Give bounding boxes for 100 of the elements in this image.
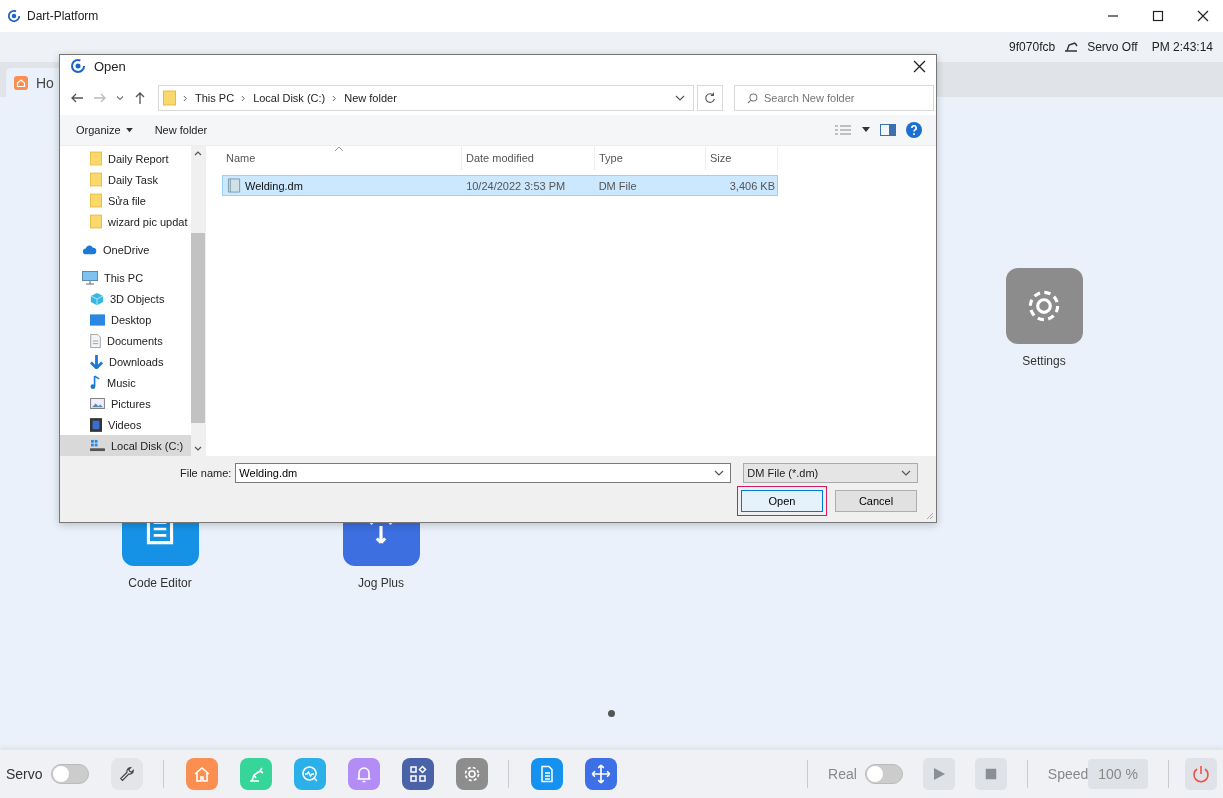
apps-icon[interactable] xyxy=(401,758,434,790)
nav-item[interactable]: 3D Objects xyxy=(60,288,191,309)
search-icon xyxy=(747,92,758,104)
table-cell: 10/24/2022 3:53 PM xyxy=(466,179,566,192)
tile-label: Settings xyxy=(1022,354,1066,368)
scroll-down-icon[interactable] xyxy=(194,446,202,452)
nav-item[interactable]: Documents xyxy=(60,330,191,351)
close-icon[interactable] xyxy=(913,59,926,73)
servo-status: Servo Off xyxy=(1087,40,1138,54)
settings-icon[interactable] xyxy=(1005,268,1083,344)
up-arrow-icon[interactable] xyxy=(133,91,147,105)
play-button[interactable] xyxy=(922,758,955,790)
column-header[interactable]: Date modified xyxy=(462,146,595,170)
nav-item[interactable]: Music xyxy=(60,372,191,393)
nav-item[interactable]: Videos xyxy=(60,414,191,435)
servo-label: Servo xyxy=(6,766,43,782)
cube-icon xyxy=(90,291,104,306)
caret-icon xyxy=(125,127,133,133)
nav-item[interactable]: Desktop xyxy=(60,309,191,330)
caret-icon[interactable] xyxy=(862,127,870,133)
bell-icon[interactable] xyxy=(347,758,380,790)
real-toggle[interactable] xyxy=(864,764,903,784)
search-field[interactable]: Search New folder xyxy=(764,87,933,109)
robot-arm-icon xyxy=(1063,41,1080,53)
wrench-icon[interactable] xyxy=(110,758,143,790)
servo-toggle[interactable] xyxy=(50,764,89,784)
device-id: 9f070fcb xyxy=(1009,40,1056,54)
music-note-icon xyxy=(90,375,101,390)
nav-item[interactable]: This PC xyxy=(60,267,191,288)
table-cell: Welding.dm xyxy=(245,179,303,192)
refresh-button[interactable] xyxy=(697,85,723,111)
chevron-down-icon[interactable] xyxy=(675,94,685,102)
nav-item[interactable]: Local Disk (C:) xyxy=(60,435,191,456)
desktop-icon xyxy=(90,313,105,326)
resize-grip-icon[interactable] xyxy=(926,512,934,520)
chevron-right-icon xyxy=(332,94,338,102)
scrollbar-thumb[interactable] xyxy=(191,233,205,423)
table-cell: DM File xyxy=(598,179,637,192)
chevron-down-icon[interactable] xyxy=(116,94,124,102)
tile-label: Jog Plus xyxy=(358,576,404,590)
nav-item[interactable]: Sửa file xyxy=(60,190,191,211)
page-dot-icon[interactable] xyxy=(608,710,615,717)
nav-item[interactable]: Daily Report xyxy=(60,148,191,169)
address-bar[interactable]: This PC Local Disk (C:) New folder xyxy=(158,85,694,111)
scroll-up-icon[interactable] xyxy=(194,150,202,156)
search-box[interactable]: Search New folder xyxy=(734,85,934,111)
file-icon xyxy=(227,178,241,193)
window-title: Dart-Platform xyxy=(27,9,99,23)
stop-button[interactable] xyxy=(974,758,1007,790)
drive-icon xyxy=(90,439,105,452)
column-header[interactable]: Type xyxy=(595,146,706,170)
folder-icon xyxy=(90,193,102,208)
file-type-dropdown[interactable]: DM File (*.dm) xyxy=(743,463,919,483)
nav-item[interactable]: Pictures xyxy=(60,393,191,414)
speed-value: 100 % xyxy=(1088,759,1148,789)
nav-item[interactable]: Downloads xyxy=(60,351,191,372)
gear-icon[interactable] xyxy=(455,758,488,790)
refresh-icon xyxy=(704,92,716,104)
chevron-right-icon xyxy=(183,94,188,102)
power-button[interactable] xyxy=(1185,758,1217,790)
move-icon[interactable] xyxy=(584,758,617,790)
new-folder-button[interactable]: New folder xyxy=(148,122,214,138)
chevron-down-icon xyxy=(901,469,912,477)
preview-pane-icon[interactable] xyxy=(880,124,896,136)
file-row[interactable]: Welding.dm 10/24/2022 3:53 PM DM File 3,406 KB xyxy=(222,175,778,196)
chevron-down-icon[interactable] xyxy=(714,469,725,477)
column-header[interactable]: Name xyxy=(222,146,462,170)
film-icon xyxy=(90,417,102,432)
close-icon[interactable] xyxy=(1197,10,1209,22)
real-label: Real xyxy=(828,766,857,782)
stop-icon xyxy=(983,767,998,781)
nav-item[interactable]: OneDrive xyxy=(60,239,191,260)
home-icon xyxy=(14,75,28,90)
file-name-label: File name: xyxy=(180,467,232,479)
app-logo-icon xyxy=(7,9,21,23)
column-header[interactable]: Size xyxy=(706,146,778,170)
folder-icon xyxy=(90,214,102,229)
table-cell: 3,406 KB xyxy=(729,179,775,192)
download-arrow-icon xyxy=(90,354,103,369)
sort-caret-icon xyxy=(334,146,344,152)
chevron-right-icon xyxy=(241,94,247,102)
cancel-button[interactable]: Cancel xyxy=(835,490,917,512)
open-button[interactable]: Open xyxy=(741,490,823,512)
cloud-icon xyxy=(82,244,97,255)
help-icon[interactable] xyxy=(906,122,922,138)
document-icon[interactable] xyxy=(530,758,563,790)
tile-label: Code Editor xyxy=(128,576,192,590)
maximize-icon[interactable] xyxy=(1152,10,1164,22)
organize-menu[interactable]: Organize xyxy=(70,122,139,138)
app-logo-icon xyxy=(70,58,86,74)
document-icon xyxy=(90,333,101,348)
dialog-title: Open xyxy=(94,58,126,74)
speed-label: Speed xyxy=(1047,766,1089,782)
folder-icon xyxy=(90,172,102,187)
nav-item[interactable]: wizard pic updat xyxy=(60,211,191,232)
power-icon xyxy=(1191,764,1211,784)
monitor-icon[interactable] xyxy=(293,758,326,790)
computer-icon xyxy=(82,270,98,285)
nav-item[interactable]: Daily Task xyxy=(60,169,191,190)
back-arrow-icon[interactable] xyxy=(70,91,84,105)
